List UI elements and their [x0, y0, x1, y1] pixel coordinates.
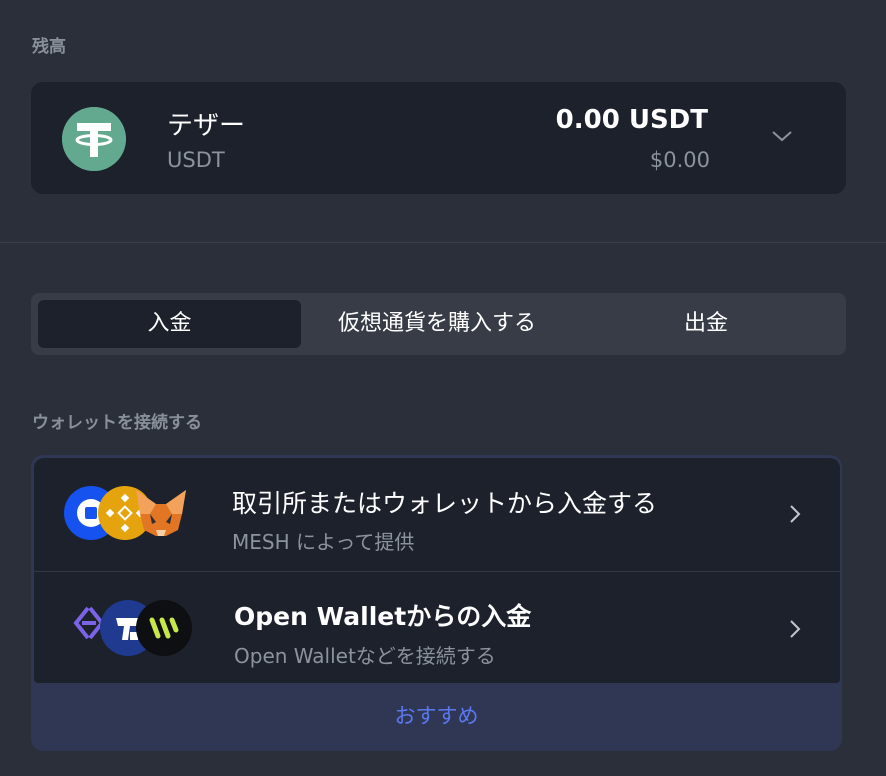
open-wallet-option-subtitle: Open Walletなどを接続する	[234, 644, 496, 668]
balance-section-label: 残高	[32, 37, 66, 57]
connect-wallet-card: 取引所またはウォレットから入金する MESH によって提供 Open Walle…	[31, 455, 842, 751]
exchange-option-title: 取引所またはウォレットから入金する	[232, 489, 658, 518]
token-fiat-value: $0.00	[649, 148, 710, 172]
open-wallet-option-title: Open Walletからの入金	[234, 602, 532, 631]
tab-buy-crypto[interactable]: 仮想通貨を購入する	[306, 300, 568, 348]
token-amount: 0.00 USDT	[555, 105, 708, 135]
connect-wallet-section-label: ウォレットを接続する	[32, 413, 202, 433]
action-tabs: 入金 仮想通貨を購入する 出金	[31, 293, 846, 355]
exchange-option-subtitle: MESH によって提供	[232, 530, 415, 554]
wallet-icon	[136, 600, 192, 656]
chevron-right-icon	[790, 505, 801, 523]
token-symbol: USDT	[167, 148, 225, 172]
wallet-options-list: 取引所またはウォレットから入金する MESH によって提供 Open Walle…	[34, 458, 840, 683]
token-balance-card[interactable]	[31, 82, 846, 194]
metamask-icon	[136, 490, 186, 536]
tab-deposit[interactable]: 入金	[38, 300, 301, 348]
chevron-right-icon	[790, 620, 801, 638]
token-name: テザー	[167, 111, 246, 141]
tab-withdraw[interactable]: 出金	[573, 300, 839, 348]
section-divider	[0, 242, 886, 243]
recommended-label: おすすめ	[394, 704, 479, 728]
tether-icon	[62, 107, 126, 171]
chevron-down-icon[interactable]	[770, 128, 794, 144]
